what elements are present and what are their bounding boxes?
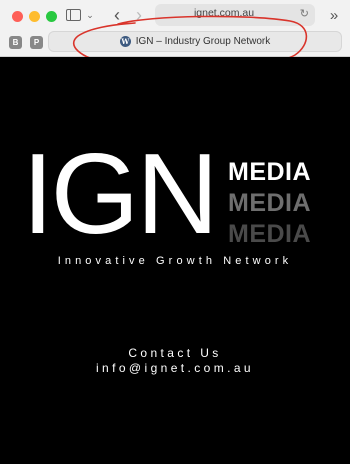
tab-title: IGN – Industry Group Network (135, 36, 271, 47)
back-button[interactable]: ‹ (108, 5, 126, 25)
media-label-1: MEDIA (228, 158, 312, 186)
sidebar-toggle-button[interactable] (62, 6, 84, 24)
media-label-3: MEDIA (228, 220, 312, 248)
sidebar-icon (65, 9, 81, 21)
double-chevron-right-icon: » (329, 6, 339, 24)
contact-heading: Contact Us (128, 346, 222, 360)
forward-button[interactable]: › (130, 5, 148, 25)
chevron-left-icon: ‹ (114, 4, 120, 25)
close-window-button[interactable] (12, 11, 23, 22)
more-toolbar-items-button[interactable]: » (324, 5, 344, 25)
browser-toolbar: ⌄ ‹ › ignet.com.au ↻ » B P W IGN – Indus… (0, 0, 350, 57)
tab-group-menu-button[interactable]: ⌄ (84, 6, 96, 24)
url-text[interactable]: ignet.com.au (155, 7, 293, 19)
wordpress-icon: W (119, 36, 131, 47)
window-controls (12, 11, 57, 22)
extension-p-button[interactable]: P (30, 36, 43, 49)
address-bar[interactable]: ignet.com.au ↻ (155, 4, 315, 26)
zoom-window-button[interactable] (46, 11, 57, 22)
tagline: Innovative Growth Network (57, 255, 293, 267)
active-tab[interactable]: W IGN – Industry Group Network (48, 31, 342, 52)
chevron-right-icon: › (136, 4, 142, 25)
page-content: IGN MEDIA MEDIA MEDIA Innovative Growth … (0, 57, 350, 464)
media-label-2: MEDIA (228, 189, 312, 217)
chevron-down-icon: ⌄ (86, 9, 94, 20)
minimize-window-button[interactable] (29, 11, 40, 22)
extension-b-button[interactable]: B (9, 36, 22, 49)
reload-icon[interactable]: ↻ (300, 7, 309, 20)
ign-logo-text: IGN (22, 131, 219, 258)
contact-email-link[interactable]: info@ignet.com.au (0, 361, 350, 375)
